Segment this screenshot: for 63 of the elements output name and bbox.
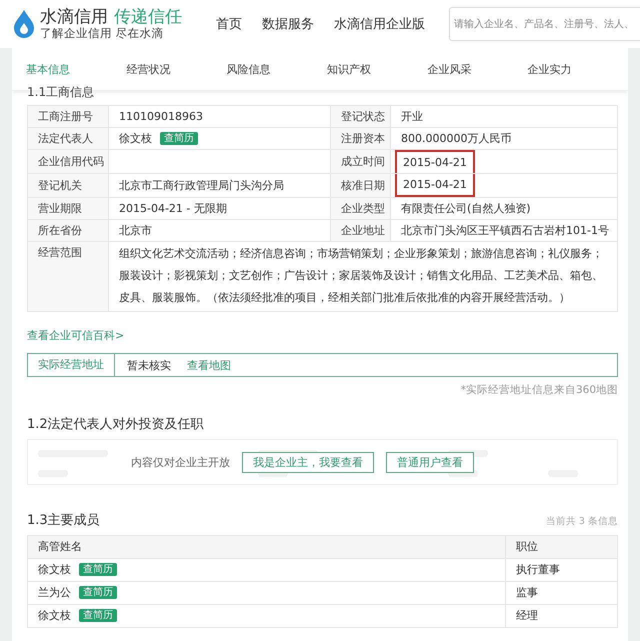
water-drop-icon: [12, 8, 36, 39]
table-cell: 执行董事: [506, 558, 618, 582]
field-value: 800.000000万人民币: [401, 132, 512, 145]
field-label: 登记状态: [330, 106, 390, 128]
field-value: 徐文枝: [119, 132, 152, 145]
lock-message: 内容仅对企业主开放: [131, 454, 230, 470]
field-label: 经营范围: [28, 242, 108, 312]
field-label: 企业地址: [330, 220, 390, 242]
field-value: 2015-04-21: [395, 150, 475, 173]
table-cell: 经理: [506, 604, 618, 628]
view-button[interactable]: 我是企业主，我要查看: [242, 452, 374, 472]
field-label: 实际经营地址: [28, 354, 115, 376]
nav-link[interactable]: 首页: [216, 15, 242, 33]
field-label: 法定代表人: [28, 128, 108, 150]
slogan: 传递信任: [114, 7, 182, 28]
nav-link[interactable]: 数据服务: [262, 15, 314, 33]
field-value: 开业: [401, 110, 423, 123]
tab[interactable]: 企业实力: [528, 62, 628, 76]
column-header: 高管姓名: [28, 536, 506, 558]
field-label: 注册资本: [330, 128, 390, 150]
tab[interactable]: 基本信息: [26, 62, 126, 76]
field-label: 企业类型: [330, 198, 390, 220]
resume-badge[interactable]: 查简历: [160, 132, 198, 145]
resume-badge[interactable]: 查简历: [79, 586, 117, 599]
field-value: 2015-04-21: [395, 174, 475, 197]
member-name: 徐文枝: [38, 609, 71, 622]
section-heading: 1.2法定代表人对外投资及任职: [27, 416, 205, 433]
brand-name: 水滴信用: [40, 7, 108, 28]
wiki-link[interactable]: 查看企业可信百科>: [27, 328, 124, 343]
map-link[interactable]: 查看地图: [187, 358, 231, 372]
field-value: 2015-04-21 - 无限期: [119, 202, 227, 215]
member-name: 兰为公: [38, 586, 71, 599]
resume-badge[interactable]: 查简历: [79, 609, 117, 622]
source-note: *实际经营地址信息来自360地图: [460, 383, 618, 397]
tab[interactable]: 风险信息: [226, 62, 327, 76]
section-heading: 1.1工商信息: [26, 85, 96, 99]
business-scope: 组织文化艺术交流活动；经济信息咨询；市场营销策划；企业形象策划；旅游信息咨询；礼仪服务；服装设计；影视策划；文艺创作；广告设计；家居装饰及设计；销售文化用品、工艺美术品、箱包、皮具、服装服饰。（依法须经批准的项目，经相关部门批准后依批准的内容开展经营活动。）: [119, 247, 603, 304]
field-value: 110109018963: [119, 110, 203, 123]
field-value: 暂未核实: [127, 358, 171, 372]
field-value: 北京市门头沟区王平镇西石古岩村101-1号: [401, 224, 609, 237]
field-label: 工商注册号: [28, 106, 108, 128]
view-button[interactable]: 普通用户查看: [386, 452, 474, 472]
tagline: 了解企业信用 尽在水滴: [40, 27, 165, 40]
column-header: 职位: [506, 536, 618, 558]
tab[interactable]: 企业风采: [427, 62, 528, 76]
tab[interactable]: 知识产权: [326, 62, 428, 76]
field-label: 核准日期: [330, 174, 390, 198]
record-count: 当前共 3 条信息: [546, 515, 618, 528]
field-value: 北京市: [119, 224, 152, 237]
field-label: 企业信用代码: [28, 150, 108, 174]
field-label: 所在省份: [28, 220, 108, 242]
nav-link[interactable]: 水滴信用企业版: [334, 15, 425, 33]
table-cell: 监事: [506, 582, 618, 604]
member-name: 徐文枝: [38, 563, 71, 576]
section-heading: 1.3主要成员: [27, 512, 100, 529]
field-value: 有限责任公司(自然人独资): [401, 202, 531, 215]
tab[interactable]: 经营状况: [126, 62, 227, 76]
field-label: 成立时间: [330, 150, 390, 174]
search-field[interactable]: 请输入企业名、产品名、注册号、法人、: [449, 7, 640, 41]
resume-badge[interactable]: 查简历: [79, 563, 117, 576]
field-label: 登记机关: [28, 174, 108, 198]
field-label: 营业期限: [28, 198, 108, 220]
field-value: 北京市工商行政管理局门头沟分局: [119, 179, 284, 192]
